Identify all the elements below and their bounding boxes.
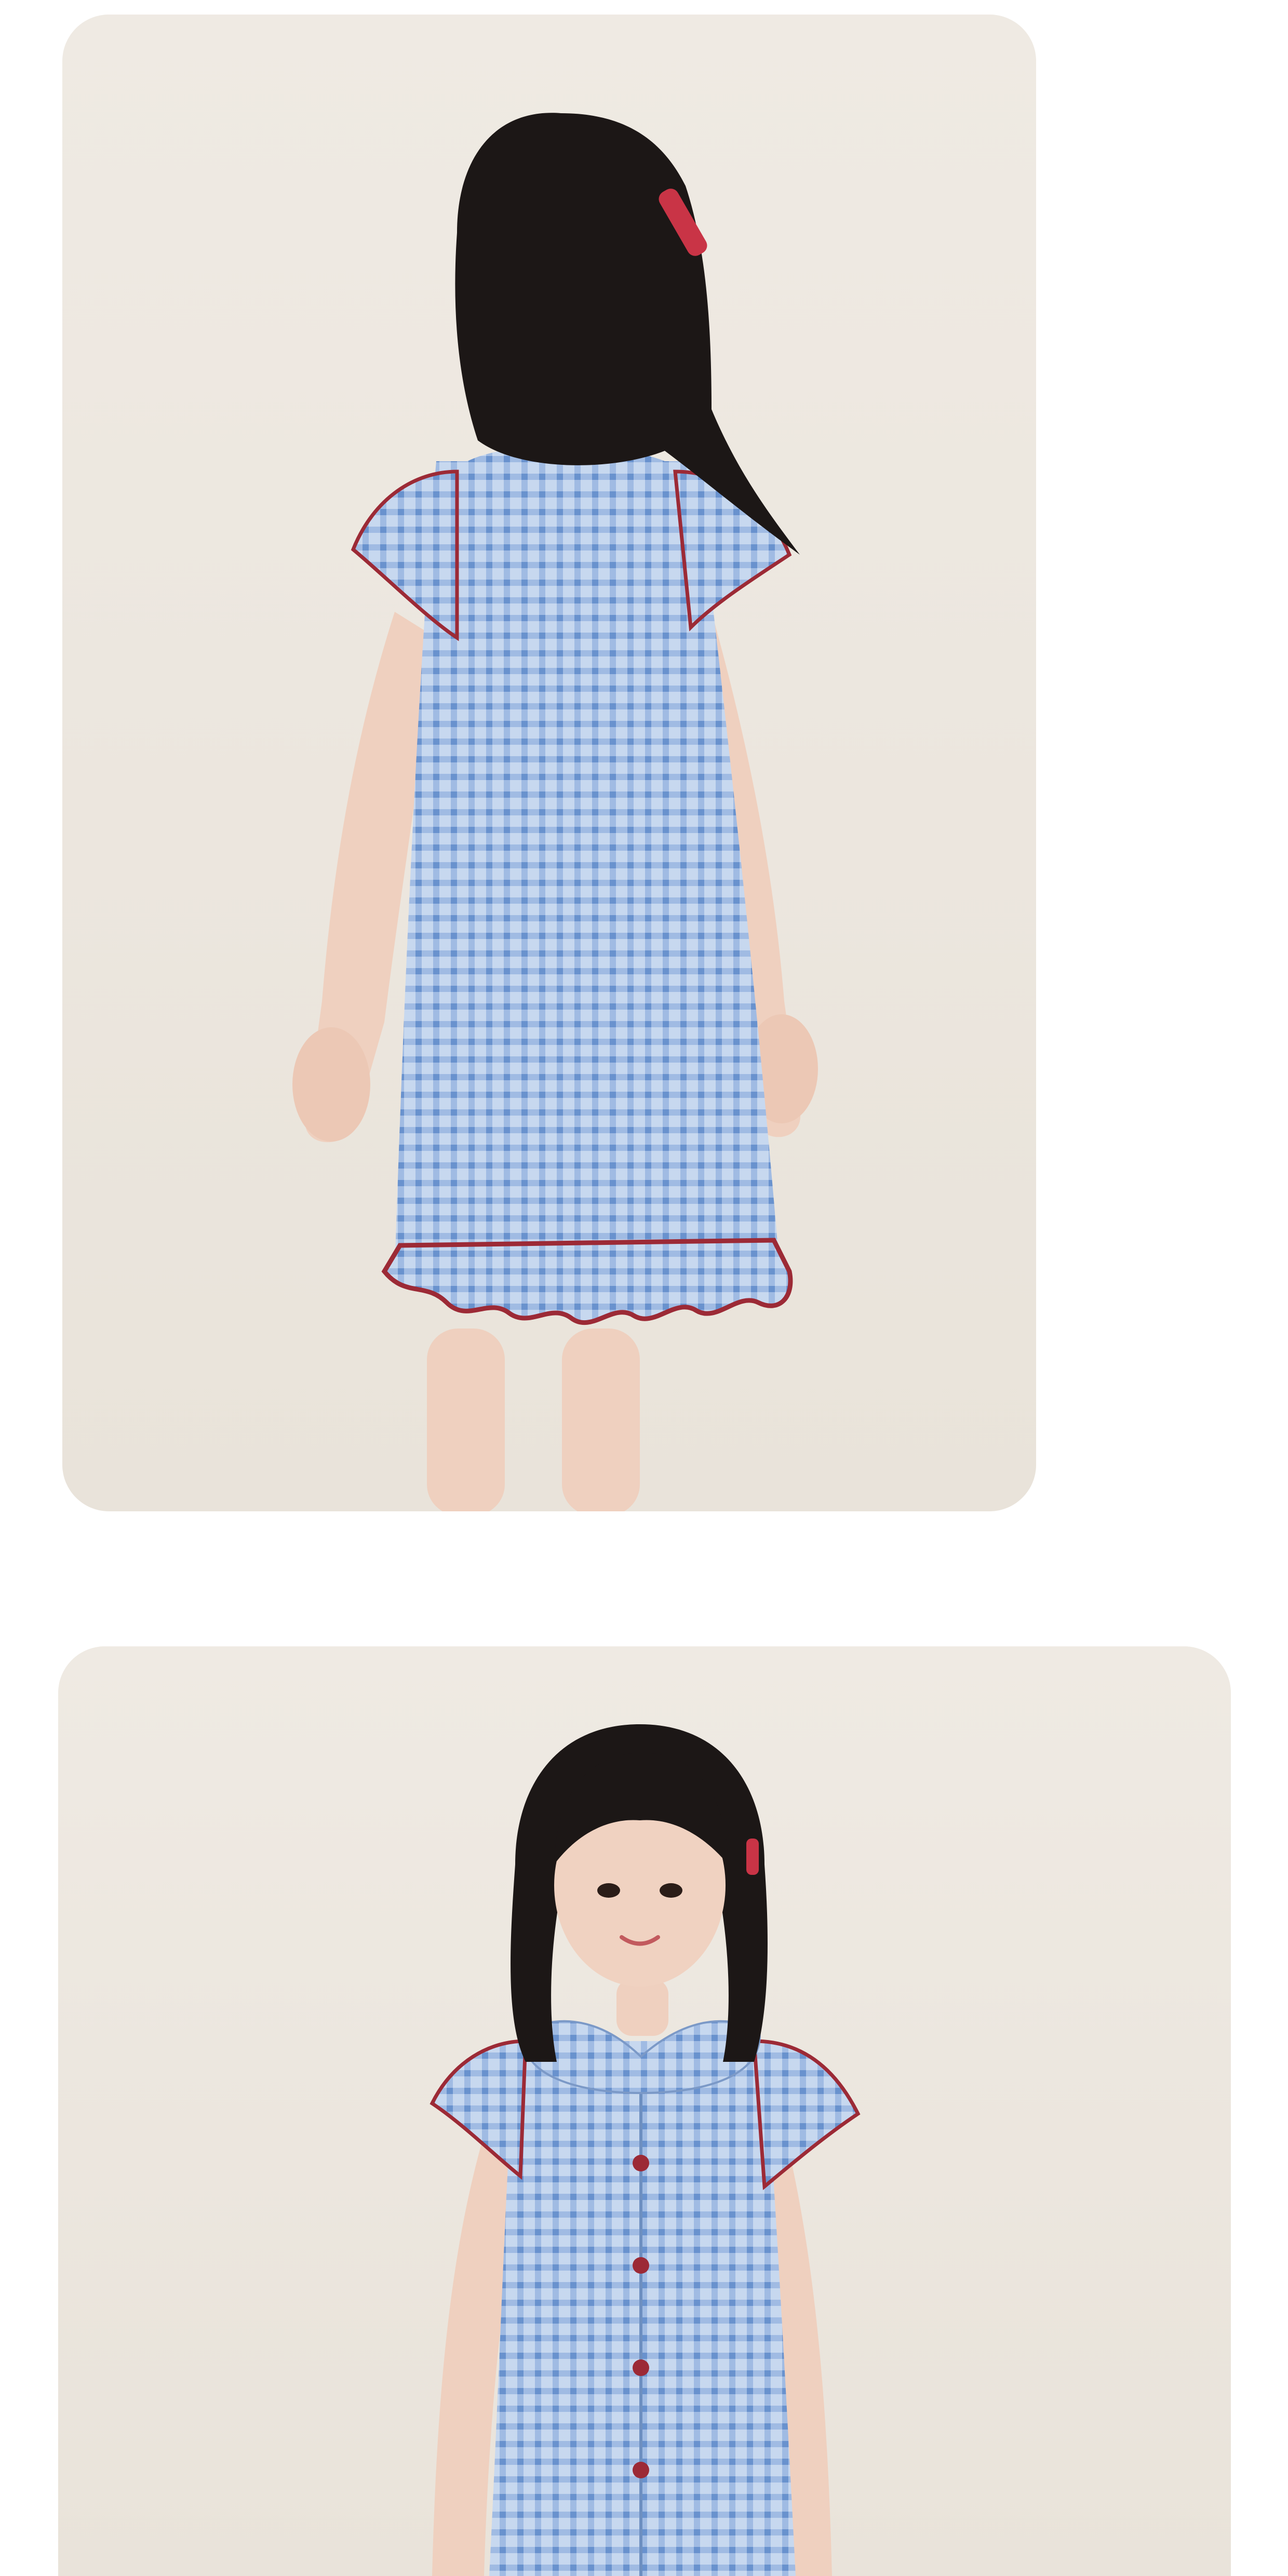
- girl-front-view-illustration: [58, 1646, 1231, 2576]
- product-photo-front-view: [58, 1646, 1231, 2576]
- left-leg: [427, 1329, 505, 1511]
- red-hair-clip: [746, 1839, 759, 1875]
- dress-button-1: [633, 2155, 649, 2171]
- right-leg: [562, 1329, 640, 1511]
- neck: [616, 1979, 668, 2036]
- dress-button-3: [633, 2359, 649, 2376]
- right-eye: [660, 1883, 682, 1898]
- left-eye: [597, 1883, 620, 1898]
- girl-back-view-illustration: [62, 15, 1036, 1511]
- product-photo-back-view: [62, 15, 1036, 1511]
- left-hand: [292, 1027, 370, 1142]
- dress-button-4: [633, 2462, 649, 2478]
- dress-button-2: [633, 2257, 649, 2274]
